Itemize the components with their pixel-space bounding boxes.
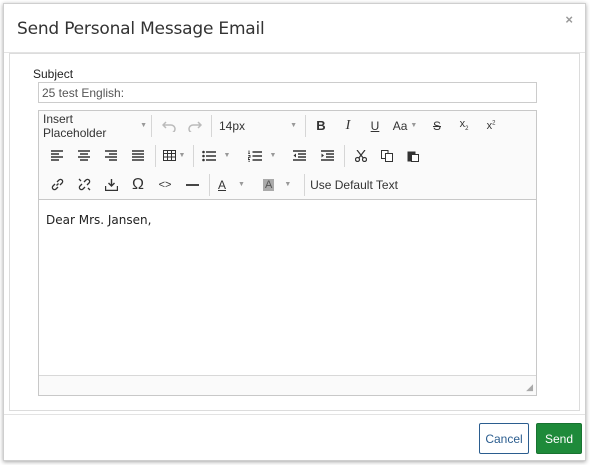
outdent-button[interactable] [287,141,311,170]
chevron-down-icon: ▼ [223,152,231,159]
unlink-button[interactable] [72,170,96,199]
resize-handle-icon[interactable]: ◢ [526,382,533,393]
code-icon: <> [158,178,172,191]
horizontal-rule-button[interactable] [180,170,204,199]
insert-placeholder-dropdown[interactable]: Insert Placeholder ▼ [43,111,147,140]
align-center-icon [78,150,90,161]
view-html-button[interactable]: <> [153,170,177,199]
subscript-button[interactable]: x2 [452,111,476,140]
chevron-down-icon: ▼ [410,122,418,129]
editor-toolbar: Insert Placeholder ▼ 14px ▼ B I U Aa ▼ S… [39,111,536,200]
cut-button[interactable] [349,141,373,170]
paste-icon [407,151,419,162]
table-icon [162,150,176,161]
table-dropdown[interactable]: ▼ [159,141,189,170]
background-color-icon: A [263,178,275,191]
toolbar-separator [344,145,345,167]
special-character-button[interactable]: Ω [126,170,150,199]
toolbar-row-3: Ω <> A ▼ A ▼ Use Default Text [39,170,536,199]
editor-text: Dear Mrs. Jansen, [46,213,152,227]
rich-text-editor: Insert Placeholder ▼ 14px ▼ B I U Aa ▼ S… [38,110,537,396]
toolbar-separator [193,145,194,167]
send-button[interactable]: Send [536,423,582,454]
chevron-down-icon: ▼ [140,122,147,129]
use-default-text-button[interactable]: Use Default Text [309,170,399,199]
font-size-dropdown[interactable]: 14px ▼ [215,111,301,140]
dialog-title: Send Personal Message Email [17,19,265,39]
underline-button[interactable]: U [363,111,387,140]
redo-button[interactable] [183,111,207,140]
indent-button[interactable] [315,141,339,170]
superscript-icon: x2 [486,119,496,132]
align-right-icon [105,150,117,161]
numbered-list-dropdown[interactable]: ▼ [242,141,282,170]
dialog-header: Send Personal Message Email × [4,4,585,53]
indent-icon [320,150,334,161]
undo-button[interactable] [157,111,181,140]
toolbar-separator [209,174,210,196]
align-center-button[interactable] [72,141,96,170]
bold-icon: B [316,118,326,133]
close-icon[interactable]: × [565,12,573,27]
bullet-list-dropdown[interactable]: ▼ [197,141,235,170]
toolbar-separator [304,174,305,196]
horizontal-rule-icon [185,183,199,186]
editor-statusbar: ◢ [39,375,536,395]
font-color-icon: A [218,177,227,192]
toolbar-separator [151,115,152,137]
font-color-dropdown[interactable]: A ▼ [214,170,254,199]
align-left-icon [51,150,63,161]
italic-icon: I [345,117,351,133]
align-left-button[interactable] [45,141,69,170]
cancel-button[interactable]: Cancel [479,423,529,454]
subject-label: Subject [33,67,74,81]
chevron-down-icon: ▼ [284,181,292,188]
align-justify-button[interactable] [126,141,150,170]
strikethrough-button[interactable]: S [425,111,449,140]
subject-input[interactable] [38,82,537,103]
font-size-value: 14px [219,118,246,133]
subscript-icon: x2 [459,118,469,133]
bold-button[interactable]: B [309,111,333,140]
strikethrough-icon: S [432,118,441,133]
upload-icon [104,178,118,191]
background-color-dropdown[interactable]: A ▼ [259,170,299,199]
text-case-dropdown[interactable]: Aa ▼ [390,111,420,140]
copy-icon [381,149,393,162]
toolbar-separator [305,115,306,137]
superscript-button[interactable]: x2 [479,111,503,140]
insert-link-button[interactable] [45,170,69,199]
chevron-down-icon: ▼ [290,122,297,129]
redo-icon [188,120,202,132]
dialog-footer: Cancel Send [4,414,585,461]
underline-icon: U [370,118,380,133]
undo-icon [162,120,176,132]
toolbar-separator [155,145,156,167]
insert-file-button[interactable] [99,170,123,199]
chevron-down-icon: ▼ [178,152,186,159]
chevron-down-icon: ▼ [269,152,277,159]
use-default-text-label: Use Default Text [310,177,398,192]
omega-icon: Ω [132,175,144,193]
toolbar-separator [211,115,212,137]
bullet-list-icon [201,150,216,161]
send-message-dialog: Send Personal Message Email × Subject In… [3,3,586,461]
link-icon [51,178,63,191]
insert-placeholder-label: Insert Placeholder [43,111,107,140]
align-right-button[interactable] [99,141,123,170]
editor-content-area[interactable]: Dear Mrs. Jansen, [39,201,536,377]
numbered-list-icon [247,150,262,162]
toolbar-row-2: ▼ ▼ ▼ [39,141,536,170]
italic-button[interactable]: I [336,111,360,140]
scissors-icon [355,149,367,162]
chevron-down-icon: ▼ [238,181,245,188]
copy-button[interactable] [375,141,399,170]
outdent-icon [292,150,306,161]
paste-button[interactable] [401,141,425,170]
align-justify-icon [132,150,144,161]
text-case-label: Aa [392,118,408,133]
unlink-icon [78,178,90,191]
toolbar-row-1: Insert Placeholder ▼ 14px ▼ B I U Aa ▼ S… [39,111,536,140]
